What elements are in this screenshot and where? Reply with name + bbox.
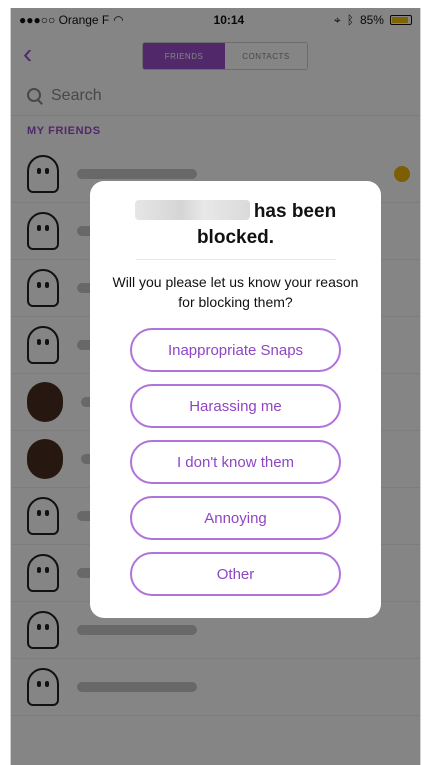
reason-other-button[interactable]: Other xyxy=(130,552,341,596)
reason-inappropriate-snaps-button[interactable]: Inappropriate Snaps xyxy=(130,328,341,372)
block-reason-dialog: has been blocked. Will you please let us… xyxy=(90,181,381,618)
reason-annoying-button[interactable]: Annoying xyxy=(130,496,341,540)
reason-dont-know-them-button[interactable]: I don't know them xyxy=(130,440,341,484)
phone-screen: ●●●○○ Orange F ◠ 10:14 ⌖ ᛒ 85% ‹ FRIENDS… xyxy=(10,8,421,765)
dialog-divider xyxy=(135,259,336,260)
blurred-username xyxy=(134,200,250,220)
dialog-question: Will you please let us know your reason … xyxy=(112,274,359,310)
dialog-title: has been blocked. xyxy=(126,199,346,251)
reason-harassing-me-button[interactable]: Harassing me xyxy=(130,384,341,428)
reason-list: Inappropriate Snaps Harassing me I don't… xyxy=(130,328,341,596)
